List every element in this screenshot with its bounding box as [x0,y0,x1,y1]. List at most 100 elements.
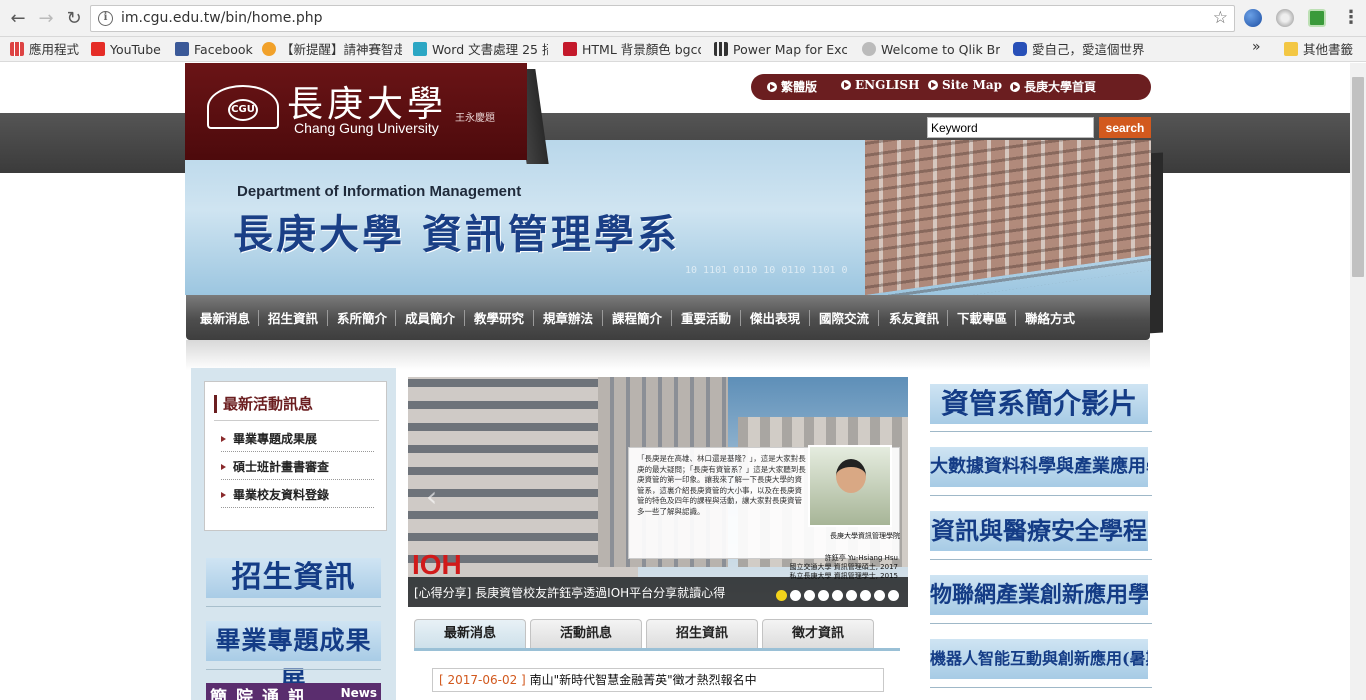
nav-separator [602,310,603,326]
search-button[interactable]: search [1099,117,1151,138]
iot-program-button[interactable]: 物聯網產業創新應用學程 [930,575,1148,615]
university-logo[interactable]: CGU 長庚大學 Chang Gung University 王永慶題 [185,63,527,160]
news-tabs: 最新消息 活動訊息 招生資訊 徵才資訊 [414,619,884,649]
tab-activities[interactable]: 活動訊息 [530,619,642,649]
slider-dot[interactable] [888,590,899,601]
nav-separator [878,310,879,326]
link-sitemap[interactable]: Site Map [928,78,1002,92]
admissions-banner-button[interactable]: 招生資訊 [206,558,381,598]
newsletter-en: News [340,686,377,700]
slider-prev-arrow-icon[interactable]: ‹ [426,480,437,513]
other-bookmarks-label: 其他書籤 [1303,42,1354,57]
list-item[interactable]: 畢業校友資料登錄 [221,486,374,508]
bookmark-word[interactable]: Word 文書處理 25 招 [413,40,548,59]
address-url[interactable]: im.cgu.edu.tw/bin/home.php [121,10,323,26]
nav-separator [671,310,672,326]
other-bookmarks[interactable]: 其他書籤 [1284,40,1354,59]
nav-events[interactable]: 重要活動 [681,308,731,327]
big-data-program-button[interactable]: 大數據資料科學與產業應用學程 [930,447,1148,487]
slider-dot[interactable] [846,590,857,601]
newsletter-banner[interactable]: 簡院通訊 News [206,683,381,700]
tab-recruitment[interactable]: 徵才資訊 [762,619,874,649]
top-links-bar: 繁體版 ENGLISH Site Map 長庚大學首頁 [751,74,1151,100]
green-extension-icon[interactable] [1308,9,1326,27]
nav-latest-news[interactable]: 最新消息 [200,308,250,327]
site-info-icon[interactable]: i [98,11,113,26]
forward-arrow-icon[interactable]: → [35,8,57,30]
nav-members[interactable]: 成員簡介 [405,308,455,327]
nav-department-intro[interactable]: 系所簡介 [337,308,387,327]
activity-link: 畢業專題成果展 [233,432,318,446]
nav-regulations[interactable]: 規章辦法 [543,308,593,327]
bookmark-label: Welcome to Qlik Bra [881,42,1000,57]
capstone-exhibition-button[interactable]: 畢業專題成果展 [206,621,381,695]
nav-courses[interactable]: 課程簡介 [612,308,662,327]
back-arrow-icon[interactable]: ← [7,8,29,30]
bookmark-star-icon[interactable]: ☆ [1213,8,1228,28]
logo-signature: 王永慶題 [455,113,495,124]
right-separator [930,623,1152,624]
slider-dot[interactable] [832,590,843,601]
link-university-home[interactable]: 長庚大學首頁 [1010,78,1096,95]
tab-latest-news[interactable]: 最新消息 [414,619,526,649]
featured-slider[interactable]: ‹ 「長庚是在高雄、林口還是基隆？」，這是大家對長庚的最大疑問；「長庚有資管系？… [408,377,908,607]
slider-dot[interactable] [860,590,871,601]
link-english[interactable]: ENGLISH [841,78,919,92]
reload-icon[interactable]: ↻ [63,8,85,30]
slider-dot[interactable] [790,590,801,601]
building-windows [865,140,1151,295]
slider-pagination [776,586,902,601]
bookmark-qlik[interactable]: Welcome to Qlik Bra [862,40,1000,59]
search-input[interactable] [927,117,1094,138]
bookmark-apps[interactable]: 應用程式 [10,40,86,59]
bookmark-youtube[interactable]: YouTube [91,40,169,59]
more-bookmarks-chevron[interactable]: » [1252,39,1261,55]
facebook-icon [175,42,189,56]
nav-admissions[interactable]: 招生資訊 [268,308,318,327]
slider-dot[interactable] [776,590,787,601]
list-item[interactable]: 畢業專題成果展 [221,430,374,452]
bookmark-label: Facebook [194,42,253,57]
medical-security-program-button[interactable]: 資訊與醫療安全學程 [930,511,1148,551]
globe-extension-icon[interactable] [1244,9,1262,27]
list-item[interactable]: [ 2017-06-02 ] 南山"新時代智慧金融菁英"徵才熱烈報名中 [432,668,884,692]
tab-admissions[interactable]: 招生資訊 [646,619,758,649]
slider-dot[interactable] [818,590,829,601]
toplink-label: 繁體版 [781,80,818,94]
nav-separator [740,310,741,326]
bookmark-facebook[interactable]: Facebook [175,40,258,59]
newsletter-title: 簡院通訊 [210,688,314,700]
robotics-program-button[interactable]: 機器人智能互動與創新應用(暑期)學程 [930,639,1148,679]
chat-icon [1013,42,1027,56]
nav-alumni[interactable]: 系友資訊 [889,308,939,327]
latest-activities-box: 最新活動訊息 畢業專題成果展 碩士班計畫書審查 畢業校友資料登錄 [204,381,387,531]
nav-downloads[interactable]: 下載專區 [957,308,1007,327]
nav-separator [258,310,259,326]
menu-icon[interactable]: ⋮ [1342,8,1360,28]
bookmark-label: HTML 背景顏色 bgco [582,42,701,57]
address-bar[interactable]: i im.cgu.edu.tw/bin/home.php ☆ [90,5,1235,32]
binary-decoration: 10 1101 0110 10 0110 1101 0 [685,265,848,276]
link-traditional[interactable]: 繁體版 [767,78,817,95]
bullet-arrow-icon [221,436,226,442]
latest-activities-title: 最新活動訊息 [214,395,313,413]
slider-dot[interactable] [804,590,815,601]
scrollbar-thumb[interactable] [1352,77,1364,277]
bookmark-html[interactable]: HTML 背景顏色 bgco [563,40,701,59]
page-scrollbar[interactable] [1350,63,1366,700]
intro-video-button[interactable]: 資管系簡介影片 [930,384,1148,424]
list-item[interactable]: 碩士班計畫書審查 [221,458,374,480]
bookmark-forum[interactable]: 【新提醒】請神賽智走 [262,40,402,59]
activity-link: 畢業校友資料登錄 [233,488,330,502]
nav-contact[interactable]: 聯絡方式 [1025,308,1075,327]
nav-teaching-research[interactable]: 教學研究 [474,308,524,327]
nav-international[interactable]: 國際交流 [819,308,869,327]
main-navigation: 最新消息 招生資訊 系所簡介 成員簡介 教學研究 規章辦法 課程簡介 重要活動 … [186,295,1150,340]
slide-caption[interactable]: [心得分享] 長庚資管校友許鈺亭透過IOH平台分享就讀心得 [414,584,725,601]
extension-icon[interactable] [1276,9,1294,27]
nav-achievements[interactable]: 傑出表現 [750,308,800,327]
slider-dot[interactable] [874,590,885,601]
folder-icon [1284,42,1298,56]
bookmark-powermap[interactable]: Power Map for Excel [714,40,847,59]
bookmark-love[interactable]: 愛自己，愛這個世界 [1013,40,1151,59]
